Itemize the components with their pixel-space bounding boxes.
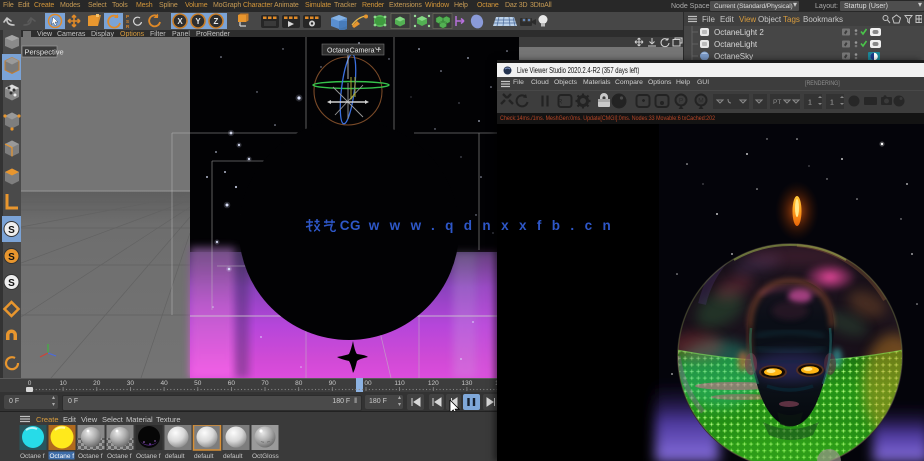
svg-text:OctaneLight 2: OctaneLight 2 xyxy=(714,28,764,37)
svg-text:default: default xyxy=(165,453,185,460)
svg-text:OctaneLight: OctaneLight xyxy=(714,40,758,49)
svg-text:60: 60 xyxy=(228,380,236,387)
svg-text:S: S xyxy=(8,252,15,263)
svg-text:OctGloss: OctGloss xyxy=(252,453,279,460)
svg-text:Octane f: Octane f xyxy=(107,453,132,460)
svg-text:1: 1 xyxy=(830,100,834,107)
svg-text:R: R xyxy=(126,24,130,29)
svg-text:40: 40 xyxy=(160,380,168,387)
svg-text:30: 30 xyxy=(127,380,135,387)
svg-text:00: 00 xyxy=(364,380,372,387)
svg-text:70: 70 xyxy=(261,380,269,387)
svg-text:M: M xyxy=(698,98,703,105)
svg-text:default: default xyxy=(194,453,214,460)
svg-text:50: 50 xyxy=(194,380,202,387)
svg-text:110: 110 xyxy=(394,380,405,387)
svg-text:Octane f: Octane f xyxy=(50,453,75,460)
svg-text:Octane f: Octane f xyxy=(78,453,103,460)
svg-text:0: 0 xyxy=(28,380,32,387)
svg-text:Y: Y xyxy=(195,17,201,26)
svg-text:20: 20 xyxy=(93,380,101,387)
svg-text:80: 80 xyxy=(295,380,303,387)
svg-text:S: S xyxy=(8,278,15,289)
svg-text:1: 1 xyxy=(808,100,812,107)
svg-text:130: 130 xyxy=(461,380,472,387)
svg-text:120: 120 xyxy=(428,380,439,387)
svg-text:Perspective: Perspective xyxy=(25,48,64,57)
svg-text:OctaneCamera: OctaneCamera xyxy=(327,48,375,55)
svg-text:P: P xyxy=(679,98,683,105)
svg-text:default: default xyxy=(223,453,243,460)
svg-text:X: X xyxy=(177,17,183,26)
svg-text:Octane f: Octane f xyxy=(136,453,161,460)
svg-text:10: 10 xyxy=(59,380,67,387)
svg-text:R: R xyxy=(558,99,563,106)
svg-text:Z: Z xyxy=(214,17,219,26)
svg-text:90: 90 xyxy=(329,380,337,387)
svg-text:Octane f: Octane f xyxy=(20,453,45,460)
svg-text:S: S xyxy=(8,225,15,236)
svg-text:PT: PT xyxy=(773,99,781,106)
